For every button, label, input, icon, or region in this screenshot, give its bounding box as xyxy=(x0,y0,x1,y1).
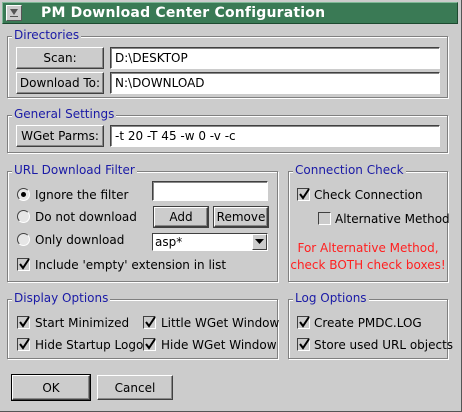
checkmark-icon xyxy=(145,316,156,328)
hide-wget-window-label: Hide WGet Window xyxy=(161,338,277,352)
ok-button[interactable]: OK xyxy=(11,374,91,401)
ignore-filter-radio[interactable] xyxy=(17,188,30,201)
window-title: PM Download Center Configuration xyxy=(41,5,326,21)
hide-startup-logo-label: Hide Startup Logo xyxy=(35,338,144,352)
warning-line-2: check BOTH check boxes! xyxy=(290,258,446,272)
add-button[interactable]: Add xyxy=(153,206,209,228)
alternative-method-warning: For Alternative Method, check BOTH check… xyxy=(289,240,447,274)
create-log-checkbox[interactable] xyxy=(297,316,310,329)
download-to-button[interactable]: Download To: xyxy=(16,72,104,94)
include-empty-checkbox[interactable] xyxy=(17,258,30,271)
radio-selected-dot xyxy=(21,192,26,197)
start-minimized-checkbox[interactable] xyxy=(17,316,30,329)
remove-button[interactable]: Remove xyxy=(213,206,269,228)
store-url-objects-checkbox[interactable] xyxy=(297,338,310,351)
alternative-method-label: Alternative Method xyxy=(335,212,450,226)
directories-group: Directories Scan: Download To: xyxy=(7,28,448,98)
wget-parms-button[interactable]: WGet Parms: xyxy=(16,125,104,147)
log-options-legend: Log Options xyxy=(293,291,369,305)
connection-check-group: Connection Check Check Connection Altern… xyxy=(288,163,450,282)
connection-check-legend: Connection Check xyxy=(293,163,406,177)
do-not-download-radio[interactable] xyxy=(17,210,30,223)
little-wget-window-checkbox[interactable] xyxy=(143,316,156,329)
url-filter-group: URL Download Filter Ignore the filter Do… xyxy=(7,163,278,282)
extension-combo[interactable]: asp* xyxy=(152,233,268,251)
alternative-method-checkbox[interactable] xyxy=(318,212,331,225)
cancel-button[interactable]: Cancel xyxy=(97,375,173,400)
log-options-group: Log Options Create PMDC.LOG Store used U… xyxy=(288,291,453,359)
url-filter-legend: URL Download Filter xyxy=(12,163,137,177)
create-log-label: Create PMDC.LOG xyxy=(314,316,422,330)
scan-directory-field[interactable] xyxy=(110,47,440,69)
wget-parms-field[interactable] xyxy=(110,125,440,147)
do-not-download-label: Do not download xyxy=(35,210,137,224)
little-wget-window-label: Little WGet Window xyxy=(161,316,280,330)
checkmark-icon xyxy=(299,338,310,350)
display-options-group: Display Options Start Minimized Little W… xyxy=(7,291,280,359)
config-dialog: PM Download Center Configuration Directo… xyxy=(0,0,462,412)
start-minimized-label: Start Minimized xyxy=(35,316,130,330)
checkmark-icon xyxy=(19,338,30,350)
warning-line-1: For Alternative Method, xyxy=(297,241,439,255)
checkmark-icon xyxy=(299,316,310,328)
extension-combo-value: asp* xyxy=(155,235,183,249)
hide-startup-logo-checkbox[interactable] xyxy=(17,338,30,351)
scan-button[interactable]: Scan: xyxy=(16,47,104,69)
directories-legend: Directories xyxy=(12,28,82,42)
only-download-label: Only download xyxy=(35,233,125,247)
checkmark-icon xyxy=(19,316,30,328)
only-download-radio[interactable] xyxy=(17,233,30,246)
title-bar[interactable]: PM Download Center Configuration xyxy=(2,2,458,24)
system-menu-icon[interactable] xyxy=(6,5,22,21)
general-settings-group: General Settings WGet Parms: xyxy=(7,107,448,153)
general-settings-legend: General Settings xyxy=(12,107,117,121)
hide-wget-window-checkbox[interactable] xyxy=(143,338,156,351)
download-directory-field[interactable] xyxy=(110,72,440,94)
checkmark-icon xyxy=(19,258,30,270)
checkmark-icon xyxy=(299,188,310,200)
checkmark-icon xyxy=(145,338,156,350)
store-url-objects-label: Store used URL objects xyxy=(314,338,454,352)
check-connection-checkbox[interactable] xyxy=(297,188,310,201)
chevron-down-icon[interactable] xyxy=(252,234,267,250)
display-options-legend: Display Options xyxy=(12,291,111,305)
filter-extension-input[interactable] xyxy=(152,181,268,201)
include-empty-label: Include 'empty' extension in list xyxy=(35,258,227,272)
ignore-filter-label: Ignore the filter xyxy=(35,188,129,202)
check-connection-label: Check Connection xyxy=(314,188,423,202)
